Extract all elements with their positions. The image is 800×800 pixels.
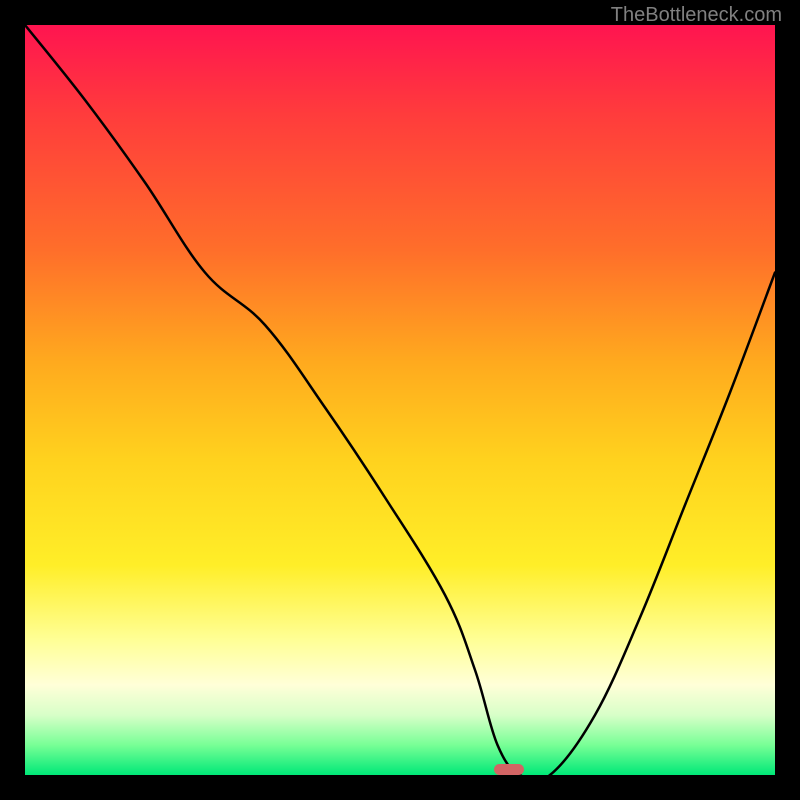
bottleneck-curve bbox=[25, 25, 775, 775]
optimal-marker bbox=[494, 764, 524, 775]
chart-container: TheBottleneck.com bbox=[0, 0, 800, 800]
watermark-text: TheBottleneck.com bbox=[611, 4, 782, 27]
